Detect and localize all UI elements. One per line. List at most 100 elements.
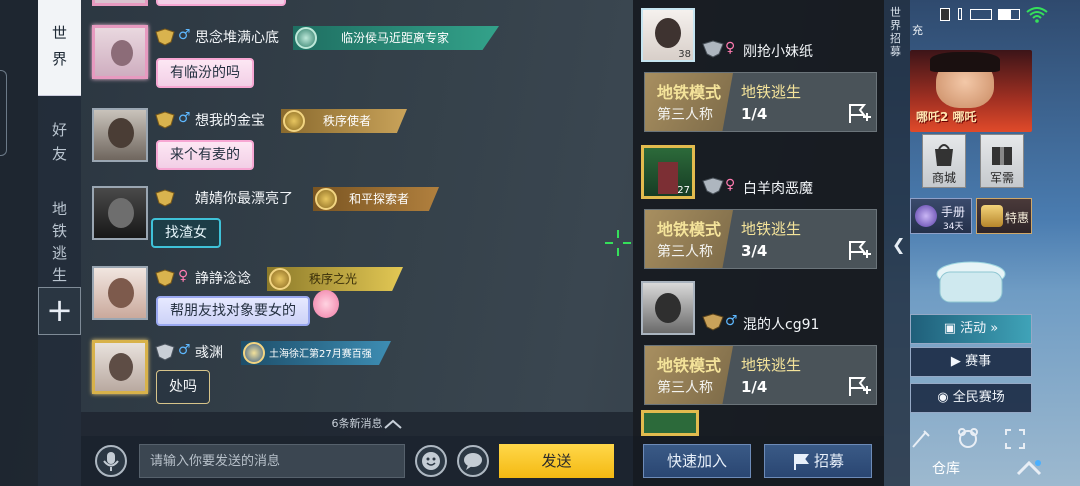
- avatar[interactable]: [92, 186, 148, 240]
- chevron-up-icon[interactable]: [1016, 460, 1042, 476]
- special-offer-button[interactable]: 特惠: [976, 198, 1032, 234]
- quick-phrase-button[interactable]: [457, 445, 489, 477]
- mode-name: 地铁模式: [657, 356, 722, 375]
- chevron-right-icon: »: [986, 321, 999, 336]
- crosshair-icon: [605, 230, 631, 256]
- team-leader-name[interactable]: 白羊肉恶魔: [743, 178, 813, 198]
- battery-status-icon: [998, 9, 1020, 20]
- tab-world[interactable]: 世界: [38, 0, 81, 96]
- arena-icon: ◉: [937, 390, 953, 405]
- tab-metro-label: 地铁逃生: [51, 200, 67, 284]
- manual-days: 34天: [943, 222, 964, 232]
- emoji-button[interactable]: [415, 445, 447, 477]
- team-card[interactable]: 地铁模式 第三人称 地铁逃生 1/4: [644, 72, 877, 132]
- sender-name[interactable]: 思念堆满心底: [195, 27, 279, 47]
- add-channel-button[interactable]: +: [38, 287, 81, 335]
- join-flag-icon[interactable]: [845, 374, 871, 398]
- arena-button[interactable]: ◉ 全民赛场: [910, 383, 1032, 413]
- new-messages-bar[interactable]: 6条新消息: [81, 412, 633, 436]
- fullscreen-icon[interactable]: [1004, 428, 1026, 450]
- team-leader-name[interactable]: 刚抢小妹纸: [743, 41, 813, 61]
- chat-list[interactable]: ♂ 思念堆满心底 临汾侯马近距离专家 有临汾的吗 ♂ 想我的金宝 秩序使者 来个…: [81, 0, 633, 412]
- map-name: 地铁逃生: [741, 356, 802, 374]
- gender-icon: ♂: [178, 27, 191, 43]
- manual-button[interactable]: 手册 34天: [910, 198, 972, 234]
- title-badge[interactable]: 和平探索者: [313, 187, 439, 211]
- message-bubble[interactable]: 处吗: [156, 370, 210, 404]
- avatar[interactable]: [92, 266, 148, 320]
- team-avatar[interactable]: 38: [641, 8, 695, 62]
- title-badge[interactable]: 秩序之光: [267, 267, 403, 291]
- message-bubble[interactable]: 来个有麦的: [156, 140, 254, 170]
- join-flag-icon[interactable]: [845, 101, 871, 125]
- mode-view: 第三人称: [657, 380, 713, 396]
- badge-label: 土海徐汇第27月赛百强: [269, 349, 372, 360]
- event-banner[interactable]: 哪吒2 哪吒: [910, 50, 1032, 132]
- tab-friends[interactable]: 好友: [38, 118, 81, 166]
- chat-message: ♀ 諍諍淰谂 秩序之光 帮朋友找对象要女的: [81, 266, 633, 338]
- gender-icon: ♂: [178, 110, 191, 126]
- send-button[interactable]: 发送: [499, 444, 614, 478]
- team-card[interactable]: 地铁模式 第三人称 地铁逃生 3/4: [644, 209, 877, 269]
- team-count: 1/4: [741, 105, 768, 123]
- sender-name[interactable]: 婧婧你最漂亮了: [195, 188, 293, 208]
- left-rail: [0, 0, 38, 486]
- message-bubble[interactable]: 找渣女: [151, 218, 221, 248]
- chevron-up-icon: [384, 419, 402, 429]
- rank-icon: [702, 177, 724, 195]
- activity-art: [936, 261, 1006, 303]
- badge-icon: [283, 110, 305, 132]
- sender-name[interactable]: 想我的金宝: [195, 110, 265, 130]
- sender-name[interactable]: 諍諍淰谂: [195, 268, 251, 288]
- team-recruit-panel[interactable]: 38 ♀ 刚抢小妹纸 地铁模式 第三人称 地铁逃生 1/4 27 ♀ 白羊肉恶魔…: [633, 0, 884, 436]
- gender-icon: ♀: [725, 40, 736, 56]
- events-button[interactable]: ▶ 赛事: [910, 347, 1032, 377]
- message-input[interactable]: [139, 444, 405, 478]
- events-icon: ▶: [950, 354, 966, 369]
- sender-name[interactable]: 彧渊: [195, 342, 223, 362]
- activity-label: 活动: [960, 321, 987, 336]
- avatar[interactable]: [92, 340, 148, 394]
- lobby-side-panel: 世界招募 ❮ 充 哪吒2 哪吒 商城 军需 手册 34天 特惠 ▣ 活动 » ▶…: [884, 0, 1080, 486]
- title-badge[interactable]: 土海徐汇第27月赛百强: [241, 341, 391, 365]
- voice-button[interactable]: [95, 445, 127, 477]
- supply-button[interactable]: 军需: [980, 134, 1024, 188]
- team-card[interactable]: 地铁模式 第三人称 地铁逃生 1/4: [644, 345, 877, 405]
- join-flag-icon[interactable]: [845, 238, 871, 262]
- badge-icon: [315, 188, 337, 210]
- message-bubble[interactable]: 帮朋友找对象要女的: [156, 296, 310, 326]
- battery-icon: [970, 9, 992, 20]
- partial-message: [92, 0, 148, 6]
- avatar[interactable]: [92, 25, 148, 79]
- badge-icon: [295, 27, 317, 49]
- team-item: 38 ♀ 刚抢小妹纸 地铁模式 第三人称 地铁逃生 1/4: [633, 0, 884, 140]
- bottom-toolbar: 仓库: [910, 420, 1080, 486]
- message-bubble[interactable]: 有临汾的吗: [156, 58, 254, 88]
- tab-metro[interactable]: 地铁逃生: [38, 198, 81, 286]
- badge-icon: [243, 342, 265, 364]
- shop-button[interactable]: 商城: [922, 134, 966, 188]
- avatar[interactable]: [92, 108, 148, 162]
- activity-button[interactable]: ▣ 活动 »: [910, 314, 1032, 344]
- world-recruit-strip[interactable]: 世界招募 ❮: [884, 0, 910, 486]
- quick-join-button[interactable]: 快速加入: [643, 444, 751, 478]
- mode-view: 第三人称: [657, 244, 713, 260]
- mode-name: 地铁模式: [657, 220, 722, 239]
- recruit-button[interactable]: 招募: [764, 444, 872, 478]
- rank-icon: [155, 343, 175, 361]
- team-avatar-partial: [641, 410, 699, 436]
- brush-icon[interactable]: [910, 428, 932, 450]
- bear-icon[interactable]: [956, 426, 980, 450]
- manual-badge-icon: [915, 205, 937, 227]
- new-messages-label: 6条新消息: [331, 417, 383, 430]
- gift-icon: [981, 205, 1003, 227]
- status-text: 充: [912, 24, 923, 37]
- chevron-left-icon[interactable]: ❮: [892, 235, 905, 254]
- title-badge[interactable]: 秩序使者: [281, 109, 407, 133]
- team-leader-name[interactable]: 混的人cg91: [743, 314, 819, 334]
- title-badge[interactable]: 临汾侯马近距离专家: [293, 26, 499, 50]
- depot-label[interactable]: 仓库: [932, 458, 960, 478]
- team-avatar[interactable]: 27: [641, 145, 695, 199]
- team-level: 38: [678, 49, 691, 60]
- team-avatar[interactable]: [641, 281, 695, 335]
